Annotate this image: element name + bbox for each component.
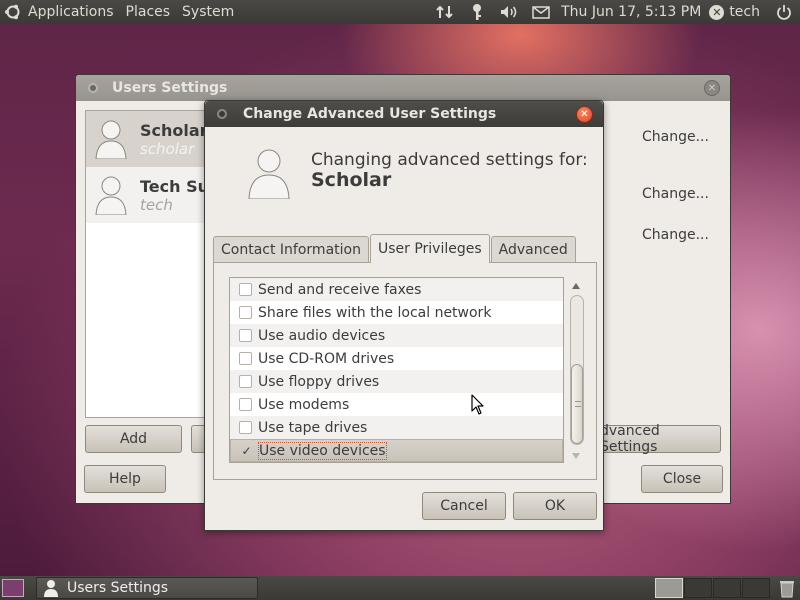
cancel-button[interactable]: Cancel [422,492,506,520]
privilege-label: Use floppy drives [258,373,380,390]
checkbox[interactable] [239,306,252,319]
privilege-label: Use modems [258,396,350,413]
clock[interactable]: Thu Jun 17, 5:13 PM [561,4,701,20]
scroll-up-arrow-icon[interactable] [572,283,580,289]
scroll-down-arrow-icon[interactable] [572,453,580,459]
list-item[interactable]: Send and receive faxes [230,278,563,301]
user-login: tech [140,195,173,214]
ok-button[interactable]: OK [513,492,597,520]
checkbox-checked[interactable]: ✓ [240,444,253,458]
mouse-pointer-icon [471,394,484,415]
close-icon[interactable]: ✕ [576,106,593,123]
dialog-heading: Changing advanced settings for: [311,150,588,170]
list-item[interactable]: Use tape drives [230,416,563,439]
scrollbar-trough[interactable] [570,295,584,445]
scrollbar-thumb[interactable] [571,364,583,444]
menu-system[interactable]: System [182,4,234,20]
privilege-label: Use CD-ROM drives [258,350,395,367]
workspace-1[interactable] [655,578,683,598]
network-icon[interactable] [435,3,455,21]
checkbox[interactable] [239,421,252,434]
privilege-label: Use tape drives [258,419,368,436]
privileges-scrollbar[interactable] [568,277,586,463]
list-item[interactable]: Use audio devices [230,324,563,347]
advanced-settings-dialog: Change Advanced User Settings ✕ Changing… [204,100,604,531]
checkbox[interactable] [239,283,252,296]
user-name: Tech Su [140,176,209,196]
avatar-icon [248,149,290,199]
user-name: Scholar [140,120,208,140]
privileges-list[interactable]: Send and receive faxes Share files with … [229,277,564,463]
tab-contact-information[interactable]: Contact Information [213,236,369,262]
list-item[interactable]: Use floppy drives [230,370,563,393]
tab-user-privileges[interactable]: User Privileges [369,234,490,263]
checkbox[interactable] [239,375,252,388]
privilege-label: Use video devices [258,441,387,460]
workspace-2[interactable] [684,578,712,598]
trash-icon[interactable] [778,578,796,598]
workspace-4[interactable] [742,578,770,598]
list-item[interactable]: ✓ Use video devices [230,439,563,462]
list-item[interactable]: Share files with the local network [230,301,563,324]
window-menu-icon[interactable] [88,83,98,93]
close-icon[interactable]: ✕ [704,80,720,96]
change-link[interactable]: Change... [642,186,709,202]
mail-icon[interactable] [531,3,551,21]
privileges-panel: Send and receive faxes Share files with … [213,262,597,480]
dialog-user-name: Scholar [311,169,392,191]
volume-icon[interactable] [499,3,519,21]
checkbox[interactable] [239,329,252,342]
system-tray: Thu Jun 17, 5:13 PM ✕ tech [429,0,800,24]
add-button[interactable]: Add [85,425,182,453]
workspace-3[interactable] [713,578,741,598]
users-settings-app-icon [44,580,58,597]
change-link[interactable]: Change... [642,129,709,145]
help-button[interactable]: Help [84,465,166,493]
close-button[interactable]: Close [641,465,723,493]
show-desktop-icon[interactable] [2,579,24,597]
avatar-icon [95,120,127,159]
scrollbar-grip-icon [575,401,581,407]
avatar-icon [95,176,127,215]
users-window-title: Users Settings [112,80,228,96]
taskbar-label: Users Settings [67,580,169,596]
user-status-icon[interactable]: ✕ [709,4,725,20]
advanced-settings-button[interactable]: dvanced Settings [599,423,721,455]
tab-advanced[interactable]: Advanced [490,236,576,262]
ubuntu-logo-icon[interactable] [4,3,22,21]
checkbox[interactable] [239,398,252,411]
tab-bar: Contact Information User Privileges Adva… [213,234,577,263]
window-menu-icon[interactable] [217,109,227,119]
privilege-label: Send and receive faxes [258,281,422,298]
list-item[interactable]: Use CD-ROM drives [230,347,563,370]
updates-icon[interactable] [467,3,487,21]
checkbox[interactable] [239,352,252,365]
privilege-label: Share files with the local network [258,304,492,321]
top-panel: Applications Places System Thu Jun 17, 5… [0,0,800,24]
dialog-title: Change Advanced User Settings [243,106,497,122]
users-window-titlebar[interactable]: Users Settings [76,75,730,101]
menu-places[interactable]: Places [126,4,171,20]
power-icon[interactable] [774,3,794,21]
menu-applications[interactable]: Applications [28,4,114,20]
user-menu[interactable]: tech [729,4,760,20]
user-login: scholar [140,139,195,158]
dialog-titlebar[interactable]: Change Advanced User Settings [205,101,603,127]
list-item[interactable]: Use modems [230,393,563,416]
change-link[interactable]: Change... [642,227,709,243]
privilege-label: Use audio devices [258,327,386,344]
taskbar-button-users-settings[interactable]: Users Settings [36,577,258,599]
